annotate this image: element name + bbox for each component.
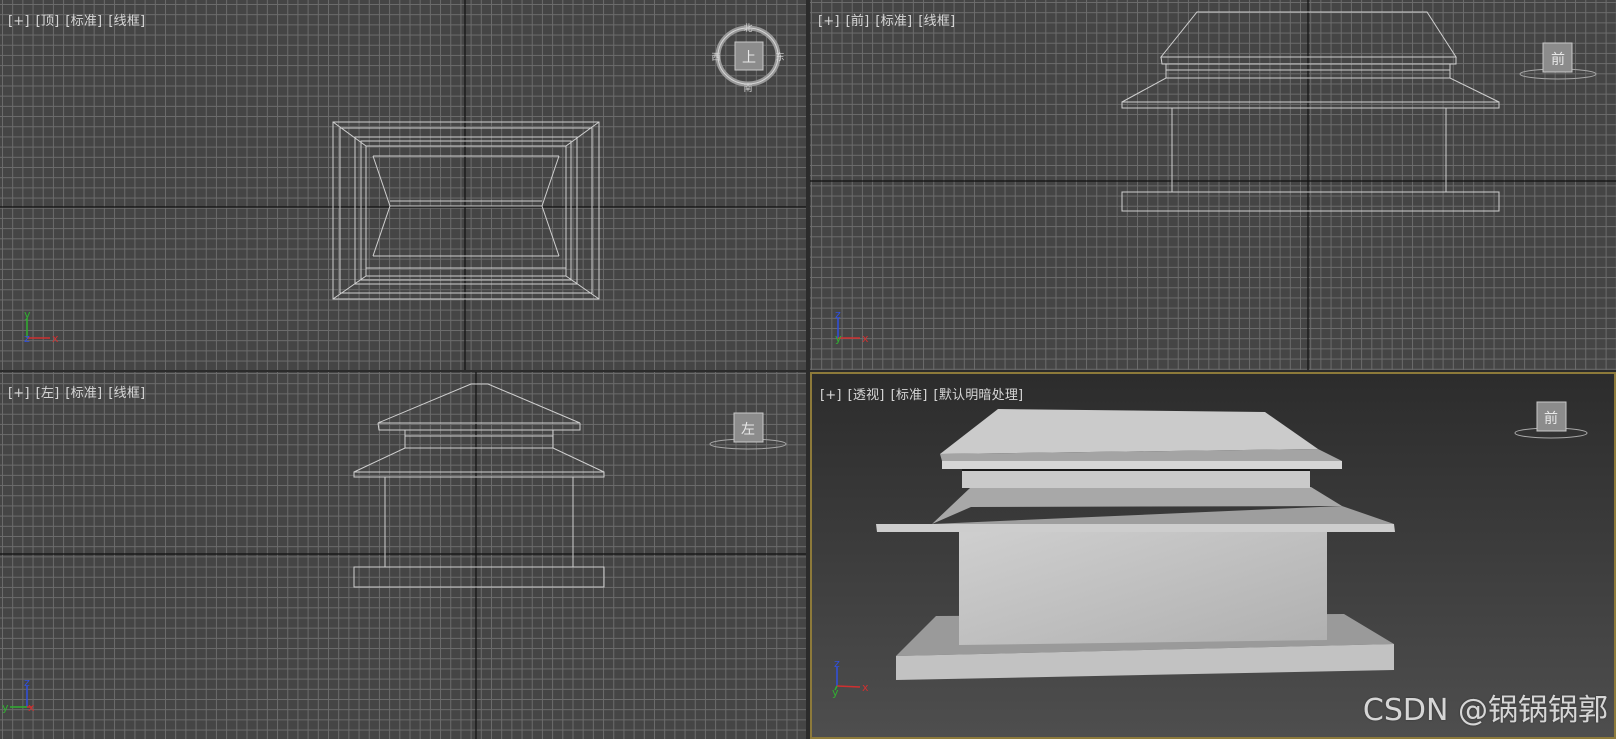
viewport-shading-menu[interactable]: [线框] xyxy=(108,386,145,401)
viewcube-front[interactable]: 前 xyxy=(1519,42,1597,80)
axis-label-z: z xyxy=(24,676,30,689)
axis-label-x: x xyxy=(862,681,869,694)
top-wireframe: 上 北 南 东 西 y x z xyxy=(0,0,806,370)
axis-label-y: y xyxy=(832,686,839,699)
left-wireframe: 左 z x y xyxy=(0,372,806,739)
viewport-plus-menu[interactable]: [+] xyxy=(8,386,30,401)
compass-east: 东 xyxy=(775,51,784,63)
axis-label-y: y xyxy=(24,308,31,321)
viewport-plus-menu[interactable]: [+] xyxy=(820,388,842,403)
axis-gizmo: y x z xyxy=(24,308,59,345)
viewcube-top[interactable]: 上 北 南 东 西 xyxy=(711,23,784,94)
viewport-shading-menu[interactable]: [线框] xyxy=(108,14,145,29)
viewport-shading-menu[interactable]: [默认明暗处理] xyxy=(934,388,1024,403)
viewport-label-top[interactable]: [+] [顶] [标准] [线框] xyxy=(8,10,151,29)
axis-label-x: x xyxy=(28,701,35,714)
axis-label-z: z xyxy=(835,308,841,321)
viewport-view-menu[interactable]: [前] xyxy=(846,14,870,29)
viewcube-perspective[interactable]: 前 xyxy=(1514,401,1588,439)
viewport-perspective[interactable]: 前 z x y [+] [透视] [标准] [默认明暗处理] CSDN @锅锅锅郭 xyxy=(810,372,1616,739)
front-wireframe: 前 z x y xyxy=(810,0,1616,370)
viewcube-face-label: 前 xyxy=(1544,410,1558,427)
viewcube-face-label: 前 xyxy=(1551,51,1565,68)
viewport-label-perspective[interactable]: [+] [透视] [标准] [默认明暗处理] xyxy=(820,384,1029,403)
axis-gizmo: z x y xyxy=(2,676,35,714)
viewport-left[interactable]: 左 z x y [+] [左] [标准] [线框] xyxy=(0,372,806,739)
compass-north: 北 xyxy=(743,23,752,34)
viewport-view-menu[interactable]: [顶] xyxy=(36,14,60,29)
viewcube-face-label: 左 xyxy=(741,422,755,438)
compass-south: 南 xyxy=(743,82,752,94)
viewport-standard-menu[interactable]: [标准] xyxy=(891,388,928,403)
axis-label-y: y xyxy=(2,701,9,714)
axis-label-z: z xyxy=(24,332,30,345)
axis-gizmo: z x y xyxy=(835,308,869,345)
viewport-label-front[interactable]: [+] [前] [标准] [线框] xyxy=(818,10,961,29)
axis-label-y: y xyxy=(835,332,842,345)
viewport-standard-menu[interactable]: [标准] xyxy=(65,14,102,29)
watermark: CSDN @锅锅锅郭 xyxy=(1362,693,1608,728)
viewport-front[interactable]: 前 z x y [+] [前] [标准] [线框] xyxy=(810,0,1616,370)
viewcube-left[interactable]: 左 xyxy=(709,412,787,450)
viewport-plus-menu[interactable]: [+] xyxy=(818,14,840,29)
viewport-top[interactable]: 上 北 南 东 西 y x z [+] [顶] [标准] [线框] xyxy=(0,0,806,370)
viewport-plus-menu[interactable]: [+] xyxy=(8,14,30,29)
perspective-model: 前 z x y xyxy=(832,401,1588,699)
viewport-standard-menu[interactable]: [标准] xyxy=(875,14,912,29)
viewport-shading-menu[interactable]: [线框] xyxy=(918,14,955,29)
axis-label-z: z xyxy=(834,657,840,670)
axis-gizmo: z x y xyxy=(832,657,869,699)
compass-west: 西 xyxy=(711,52,720,63)
axis-label-x: x xyxy=(52,332,59,345)
viewport-view-menu[interactable]: [左] xyxy=(36,386,60,401)
viewcube-face-label: 上 xyxy=(742,50,756,66)
axis-label-x: x xyxy=(862,332,869,345)
viewport-view-menu[interactable]: [透视] xyxy=(848,388,885,403)
viewport-label-left[interactable]: [+] [左] [标准] [线框] xyxy=(8,382,151,401)
viewport-standard-menu[interactable]: [标准] xyxy=(65,386,102,401)
